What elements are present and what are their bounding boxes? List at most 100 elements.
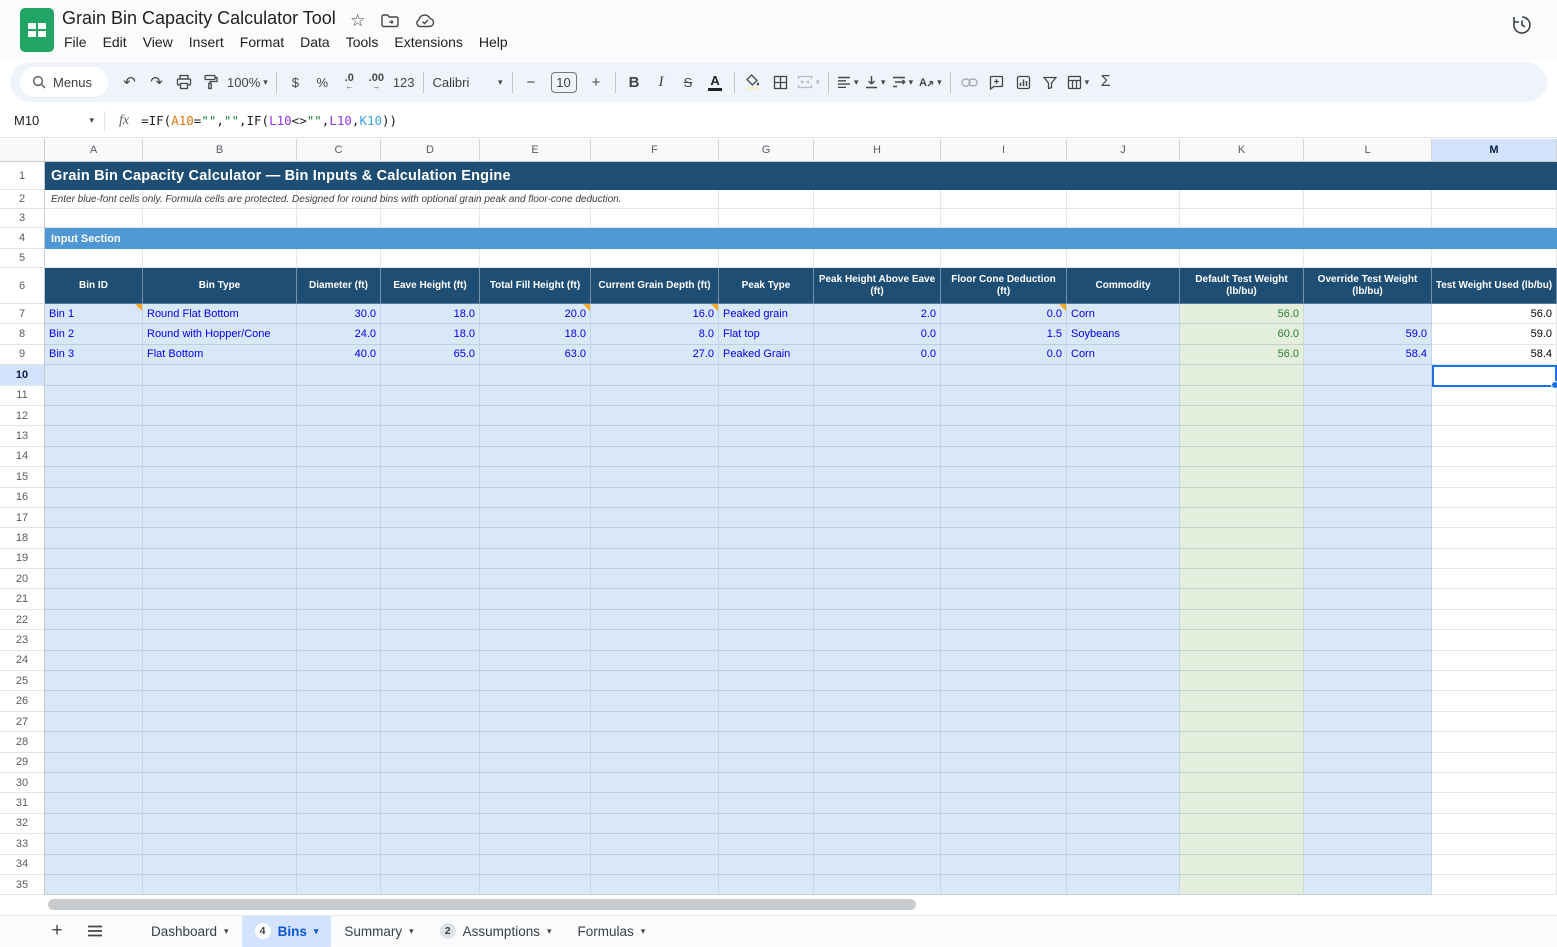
cell-A17[interactable]: [45, 508, 143, 528]
cell-J31[interactable]: [1067, 793, 1180, 813]
cell-A28[interactable]: [45, 732, 143, 752]
cell-I9[interactable]: 0.0: [941, 345, 1067, 365]
cell-L31[interactable]: [1304, 793, 1432, 813]
empty-cell[interactable]: [45, 209, 143, 228]
empty-cell[interactable]: [719, 249, 814, 268]
cell-F14[interactable]: [591, 447, 719, 467]
cell-I19[interactable]: [941, 549, 1067, 569]
cell-I17[interactable]: [941, 508, 1067, 528]
cell-H24[interactable]: [814, 651, 941, 671]
empty-cell[interactable]: [1180, 190, 1304, 209]
cell-F25[interactable]: [591, 671, 719, 691]
table-header-D[interactable]: Eave Height (ft): [381, 268, 480, 304]
cell-G32[interactable]: [719, 814, 814, 834]
cell-L10[interactable]: [1304, 365, 1432, 385]
column-header-M[interactable]: M: [1432, 139, 1557, 162]
cell-A24[interactable]: [45, 651, 143, 671]
cell-A32[interactable]: [45, 814, 143, 834]
cell-J26[interactable]: [1067, 691, 1180, 711]
cell-M15[interactable]: [1432, 467, 1557, 487]
cell-I10[interactable]: [941, 365, 1067, 385]
row-header-9[interactable]: 9: [0, 345, 45, 365]
row-header-8[interactable]: 8: [0, 324, 45, 344]
cell-I23[interactable]: [941, 630, 1067, 650]
menu-file[interactable]: File: [56, 31, 95, 53]
horizontal-align-button[interactable]: ▾: [834, 69, 862, 96]
cell-L18[interactable]: [1304, 528, 1432, 548]
cell-M29[interactable]: [1432, 753, 1557, 773]
chevron-down-icon[interactable]: ▾: [641, 926, 646, 937]
row-header-33[interactable]: 33: [0, 834, 45, 854]
create-filter-button[interactable]: [1037, 69, 1064, 96]
cell-A15[interactable]: [45, 467, 143, 487]
cell-D14[interactable]: [381, 447, 480, 467]
row-header-31[interactable]: 31: [0, 793, 45, 813]
cell-L15[interactable]: [1304, 467, 1432, 487]
cell-K31[interactable]: [1180, 793, 1304, 813]
cell-E20[interactable]: [480, 569, 591, 589]
active-cell-selection[interactable]: [1432, 365, 1557, 386]
sheet-tab-formulas[interactable]: Formulas▾: [565, 916, 659, 947]
empty-cell[interactable]: [45, 249, 143, 268]
empty-cell[interactable]: [143, 249, 297, 268]
formula-input[interactable]: =IF(A10="","",IF(L10<>"",L10,K10)): [141, 113, 397, 128]
cell-K24[interactable]: [1180, 651, 1304, 671]
cell-L27[interactable]: [1304, 712, 1432, 732]
cell-B17[interactable]: [143, 508, 297, 528]
cell-H16[interactable]: [814, 488, 941, 508]
row-header-12[interactable]: 12: [0, 406, 45, 426]
cell-A25[interactable]: [45, 671, 143, 691]
row-header-30[interactable]: 30: [0, 773, 45, 793]
cell-I15[interactable]: [941, 467, 1067, 487]
cell-E29[interactable]: [480, 753, 591, 773]
format-currency-button[interactable]: $: [282, 69, 309, 96]
column-header-E[interactable]: E: [480, 139, 591, 162]
cell-L24[interactable]: [1304, 651, 1432, 671]
cell-D32[interactable]: [381, 814, 480, 834]
cell-A22[interactable]: [45, 610, 143, 630]
row-header-5[interactable]: 5: [0, 249, 45, 268]
cell-G34[interactable]: [719, 855, 814, 875]
cell-I30[interactable]: [941, 773, 1067, 793]
cell-B34[interactable]: [143, 855, 297, 875]
cell-I7[interactable]: 0.0: [941, 304, 1067, 324]
cell-J33[interactable]: [1067, 834, 1180, 854]
cell-F31[interactable]: [591, 793, 719, 813]
cell-H33[interactable]: [814, 834, 941, 854]
cell-L21[interactable]: [1304, 589, 1432, 609]
cell-L7[interactable]: [1304, 304, 1432, 324]
cell-E18[interactable]: [480, 528, 591, 548]
empty-cell[interactable]: [1432, 249, 1557, 268]
column-header-A[interactable]: A: [45, 139, 143, 162]
cell-M12[interactable]: [1432, 406, 1557, 426]
empty-cell[interactable]: [814, 209, 941, 228]
cell-B11[interactable]: [143, 386, 297, 406]
cell-L30[interactable]: [1304, 773, 1432, 793]
row-header-27[interactable]: 27: [0, 712, 45, 732]
cell-D34[interactable]: [381, 855, 480, 875]
cell-B10[interactable]: [143, 365, 297, 385]
menu-view[interactable]: View: [135, 31, 181, 53]
cell-H34[interactable]: [814, 855, 941, 875]
cell-K22[interactable]: [1180, 610, 1304, 630]
cell-J35[interactable]: [1067, 875, 1180, 895]
cell-G28[interactable]: [719, 732, 814, 752]
cell-E31[interactable]: [480, 793, 591, 813]
cell-H21[interactable]: [814, 589, 941, 609]
cell-L32[interactable]: [1304, 814, 1432, 834]
cell-I8[interactable]: 1.5: [941, 324, 1067, 344]
cell-J34[interactable]: [1067, 855, 1180, 875]
cell-M13[interactable]: [1432, 426, 1557, 446]
cell-B23[interactable]: [143, 630, 297, 650]
empty-cell[interactable]: [1432, 209, 1557, 228]
cell-J17[interactable]: [1067, 508, 1180, 528]
cell-A11[interactable]: [45, 386, 143, 406]
empty-cell[interactable]: [941, 209, 1067, 228]
cell-D31[interactable]: [381, 793, 480, 813]
cell-I33[interactable]: [941, 834, 1067, 854]
row-header-7[interactable]: 7: [0, 304, 45, 324]
cell-D28[interactable]: [381, 732, 480, 752]
cell-L28[interactable]: [1304, 732, 1432, 752]
sheet-tab-summary[interactable]: Summary▾: [331, 916, 426, 947]
more-formats-button[interactable]: 123: [390, 69, 418, 96]
